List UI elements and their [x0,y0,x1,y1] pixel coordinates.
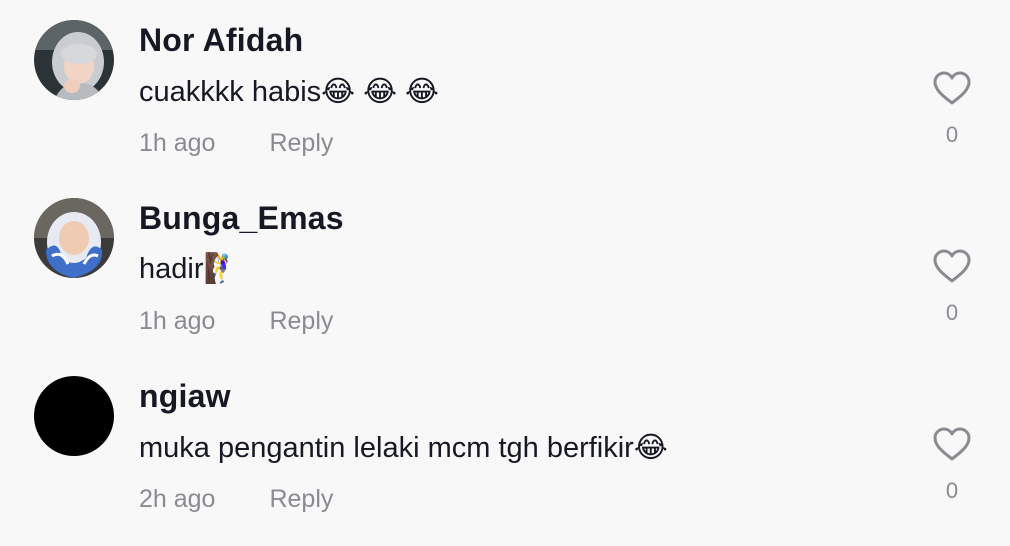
heart-outline-icon[interactable] [932,70,972,106]
avatar[interactable] [34,376,114,456]
comment-meta: 1h ago Reply [139,307,333,336]
reply-button[interactable]: Reply [269,129,333,157]
like-count: 0 [945,122,959,147]
reply-button[interactable]: Reply [269,485,333,513]
comment-text: cuakkkk habis😂 😂 😂 [139,76,439,108]
avatar[interactable] [34,20,114,100]
heart-outline-icon[interactable] [932,248,972,284]
reply-button[interactable]: Reply [269,307,333,335]
heart-outline-icon[interactable] [932,426,972,462]
comment-text: muka pengantin lelaki mcm tgh berfikir😂 [139,432,668,464]
avatar[interactable] [34,198,114,278]
username[interactable]: Nor Afidah [139,22,303,59]
comment-meta: 1h ago Reply [139,129,333,158]
comment-item: Bunga_Emas hadir🧗‍♀️ 1h ago Reply 0 [0,178,1010,356]
comment-item: Nor Afidah cuakkkk habis😂 😂 😂 1h ago Repl… [0,0,1010,178]
comment-meta: 2h ago Reply [139,485,333,514]
comment-text: hadir🧗‍♀️ [139,253,240,285]
comment-time: 2h ago [139,485,216,513]
comment-time: 1h ago [139,129,216,157]
username[interactable]: Bunga_Emas [139,200,344,237]
username[interactable]: ngiaw [139,378,231,415]
comment-item: ngiaw muka pengantin lelaki mcm tgh berf… [0,356,1010,534]
comment-time: 1h ago [139,307,216,335]
like-count: 0 [945,478,959,503]
like-count: 0 [945,300,959,325]
